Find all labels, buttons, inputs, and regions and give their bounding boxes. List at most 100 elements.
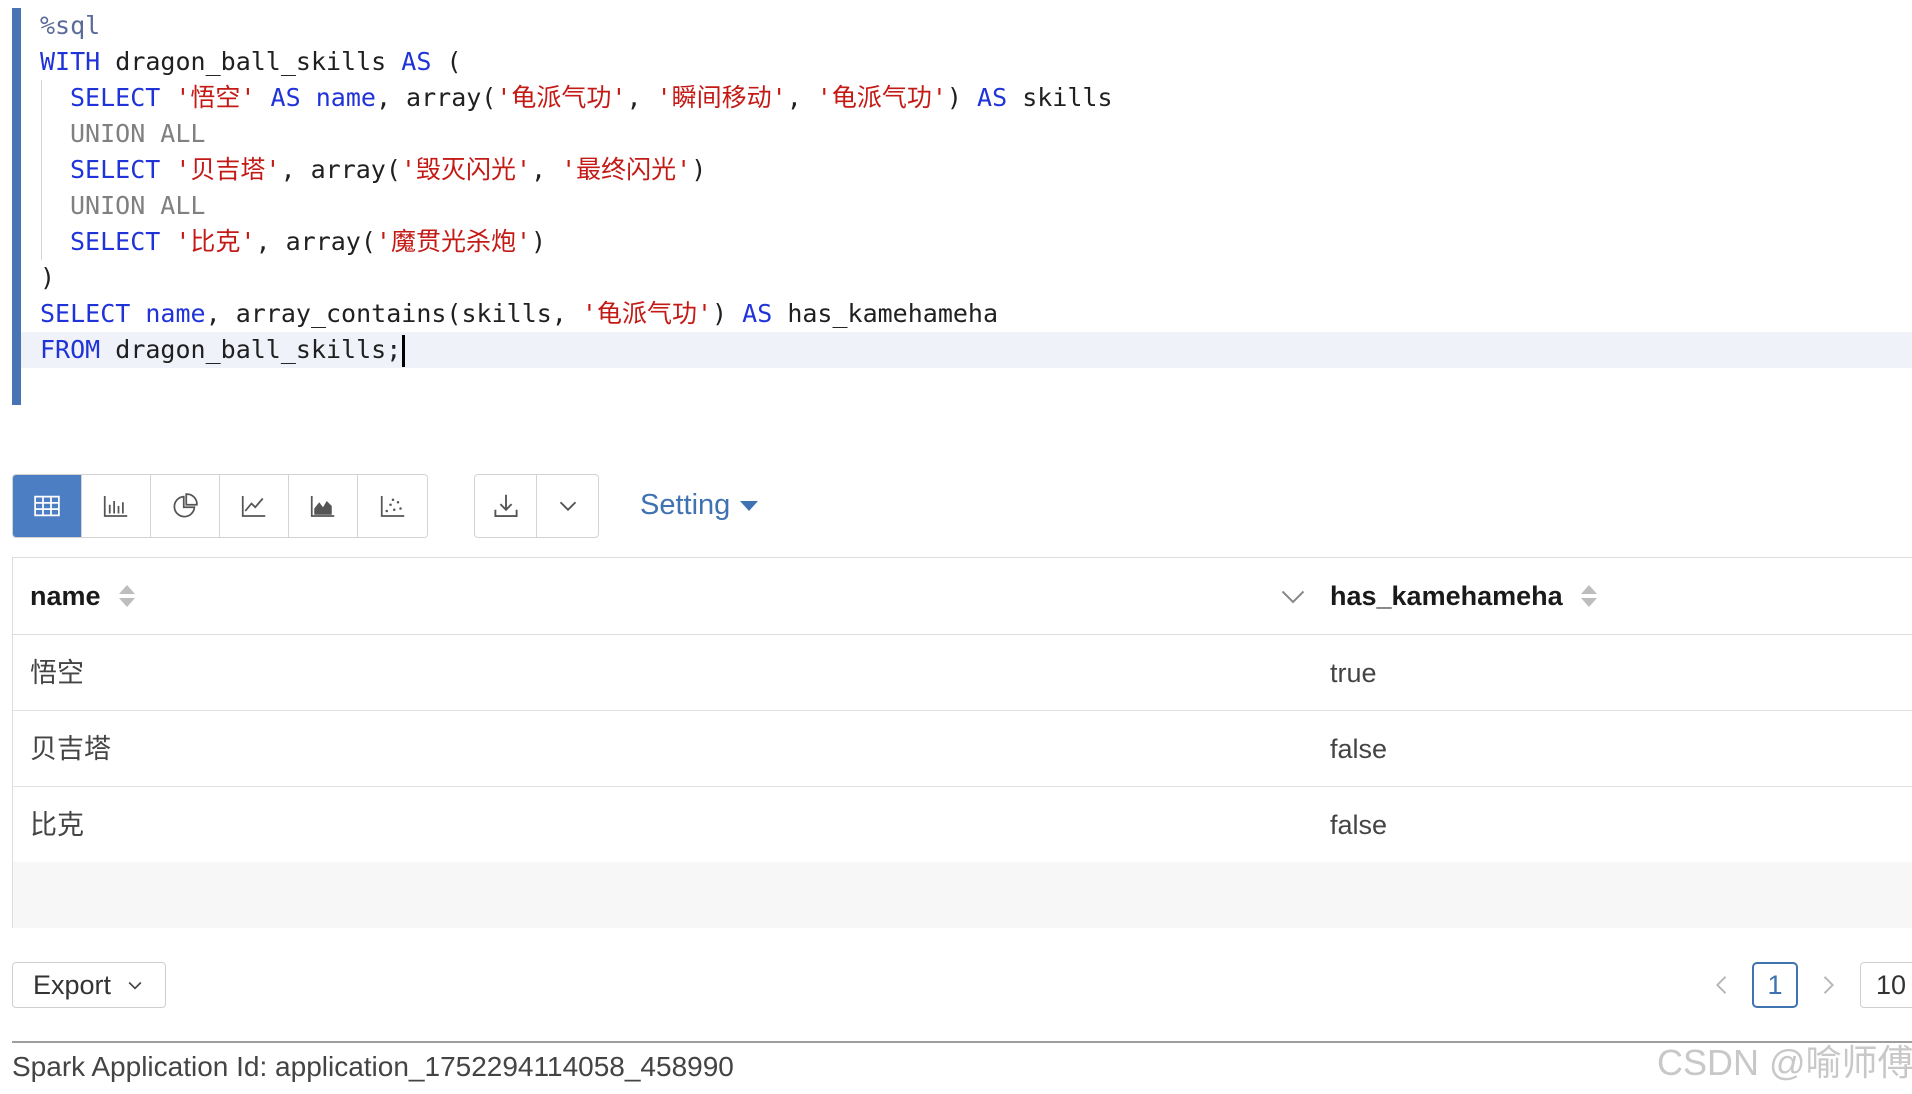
sort-icon[interactable] bbox=[118, 585, 135, 607]
identifier: has_kamehameha bbox=[787, 299, 999, 328]
sort-icon[interactable] bbox=[1580, 585, 1597, 607]
divider bbox=[12, 1041, 1912, 1043]
code-line-10: FROM dragon_ball_skills; bbox=[21, 332, 1912, 368]
download-options-button[interactable] bbox=[537, 475, 598, 537]
function-call: array( bbox=[285, 227, 376, 256]
line-chart-button[interactable] bbox=[220, 475, 289, 537]
keyword: SELECT bbox=[70, 83, 161, 112]
chevron-down-icon bbox=[559, 501, 576, 512]
page-size-select[interactable]: 10 bbox=[1860, 962, 1912, 1008]
punctuation: ) bbox=[712, 299, 728, 328]
area-chart-icon bbox=[310, 496, 335, 517]
punctuation: , bbox=[626, 83, 657, 112]
identifier: skills bbox=[1022, 83, 1113, 112]
punctuation: ) bbox=[691, 155, 707, 184]
string-literal: '贝吉塔' bbox=[175, 155, 281, 184]
code-line-7: SELECT '比克', array('魔贯光杀炮') bbox=[21, 224, 1912, 260]
download-icon bbox=[493, 494, 518, 517]
chevron-left-icon[interactable] bbox=[1708, 971, 1736, 999]
table-cell: false bbox=[1330, 734, 1388, 764]
identifier: dragon_ball_skills bbox=[115, 47, 387, 76]
watermark: CSDN @喻师傅 bbox=[1657, 1042, 1912, 1083]
punctuation: ) bbox=[946, 83, 962, 112]
keyword: AS bbox=[977, 83, 1008, 112]
column-header-name[interactable]: name bbox=[30, 558, 135, 634]
bar-chart-icon bbox=[103, 496, 128, 517]
punctuation: , bbox=[255, 227, 286, 256]
code-line-6: UNION ALL bbox=[21, 188, 1912, 224]
code-line-2: WITH dragon_ball_skills AS ( bbox=[21, 44, 1912, 80]
function-call: array_contains( bbox=[235, 299, 462, 328]
string-literal: '魔贯光杀炮' bbox=[375, 227, 532, 256]
code-line-8: ) bbox=[21, 260, 1912, 296]
chevron-right-icon[interactable] bbox=[1814, 971, 1842, 999]
punctuation: ( bbox=[446, 47, 462, 76]
identifier: dragon_ball_skills; bbox=[115, 335, 402, 364]
column-title: has_kamehameha bbox=[1330, 580, 1563, 611]
result-table: name has_kamehameha 悟空 true 贝吉塔 false 比克… bbox=[12, 557, 1912, 928]
table-empty-area bbox=[13, 862, 1912, 928]
code-editor[interactable]: %sql WITH dragon_ball_skills AS ( SELECT… bbox=[12, 8, 1912, 405]
table-row: 贝吉塔 false bbox=[13, 711, 1912, 787]
download-group bbox=[474, 474, 599, 538]
pie-chart-icon bbox=[173, 493, 198, 518]
column-title: name bbox=[30, 580, 101, 611]
code-line-3: SELECT '悟空' AS name, array('龟派气功', '瞬间移动… bbox=[21, 80, 1912, 116]
string-literal: '最终闪光' bbox=[561, 155, 692, 184]
keyword: AS bbox=[270, 83, 301, 112]
keyword: FROM bbox=[40, 335, 101, 364]
magic-command: %sql bbox=[40, 11, 101, 40]
keyword: UNION ALL bbox=[70, 191, 206, 220]
punctuation: , bbox=[280, 155, 311, 184]
identifier: name bbox=[145, 299, 206, 328]
keyword: SELECT bbox=[70, 155, 161, 184]
string-literal: '悟空' bbox=[175, 83, 256, 112]
keyword: UNION ALL bbox=[70, 119, 206, 148]
table-cell: true bbox=[1330, 658, 1377, 688]
punctuation: , bbox=[786, 83, 817, 112]
table-view-button[interactable] bbox=[13, 475, 82, 537]
punctuation: , bbox=[205, 299, 236, 328]
table-cell: false bbox=[1330, 810, 1388, 840]
keyword: AS bbox=[742, 299, 773, 328]
export-button[interactable]: Export bbox=[12, 962, 166, 1008]
keyword: AS bbox=[401, 47, 432, 76]
bar-chart-button[interactable] bbox=[82, 475, 151, 537]
code-line-1: %sql bbox=[21, 8, 1912, 44]
scatter-chart-button[interactable] bbox=[358, 475, 427, 537]
string-literal: '瞬间移动' bbox=[656, 83, 787, 112]
area-chart-button[interactable] bbox=[289, 475, 358, 537]
string-literal: '龟派气功' bbox=[581, 299, 713, 328]
identifier: skills, bbox=[461, 299, 582, 328]
table-row: 悟空 true bbox=[13, 635, 1912, 711]
string-literal: '比克' bbox=[175, 227, 256, 256]
punctuation: , bbox=[375, 83, 407, 112]
column-header-has-kamehameha[interactable]: has_kamehameha bbox=[1330, 558, 1597, 634]
download-button[interactable] bbox=[475, 475, 537, 537]
table-cell: 比克 bbox=[30, 810, 84, 840]
page-number-button[interactable]: 1 bbox=[1752, 962, 1798, 1008]
pagination: 1 bbox=[1708, 960, 1842, 1010]
punctuation: , bbox=[531, 155, 562, 184]
table-cell: 悟空 bbox=[30, 658, 84, 688]
string-literal: '毁灭闪光' bbox=[400, 155, 532, 184]
string-literal: '龟派气功' bbox=[496, 83, 627, 112]
scatter-chart-icon bbox=[380, 496, 404, 517]
setting-label: Setting bbox=[640, 489, 731, 521]
keyword: SELECT bbox=[70, 227, 161, 256]
table-icon bbox=[34, 495, 60, 517]
column-menu-chevron-icon[interactable] bbox=[1275, 578, 1311, 614]
chevron-down-icon bbox=[128, 981, 142, 990]
caret-down-icon bbox=[740, 501, 759, 511]
function-call: array( bbox=[406, 83, 497, 112]
setting-dropdown[interactable]: Setting bbox=[640, 487, 759, 523]
line-chart-icon bbox=[241, 496, 266, 517]
punctuation: ) bbox=[40, 263, 56, 292]
code-line-5: SELECT '贝吉塔', array('毁灭闪光', '最终闪光') bbox=[21, 152, 1912, 188]
table-header: name has_kamehameha bbox=[13, 558, 1912, 635]
text-cursor bbox=[402, 335, 406, 367]
spark-application-id: Spark Application Id: application_175229… bbox=[12, 1051, 734, 1082]
punctuation: ) bbox=[531, 227, 547, 256]
function-call: array( bbox=[310, 155, 401, 184]
pie-chart-button[interactable] bbox=[151, 475, 220, 537]
